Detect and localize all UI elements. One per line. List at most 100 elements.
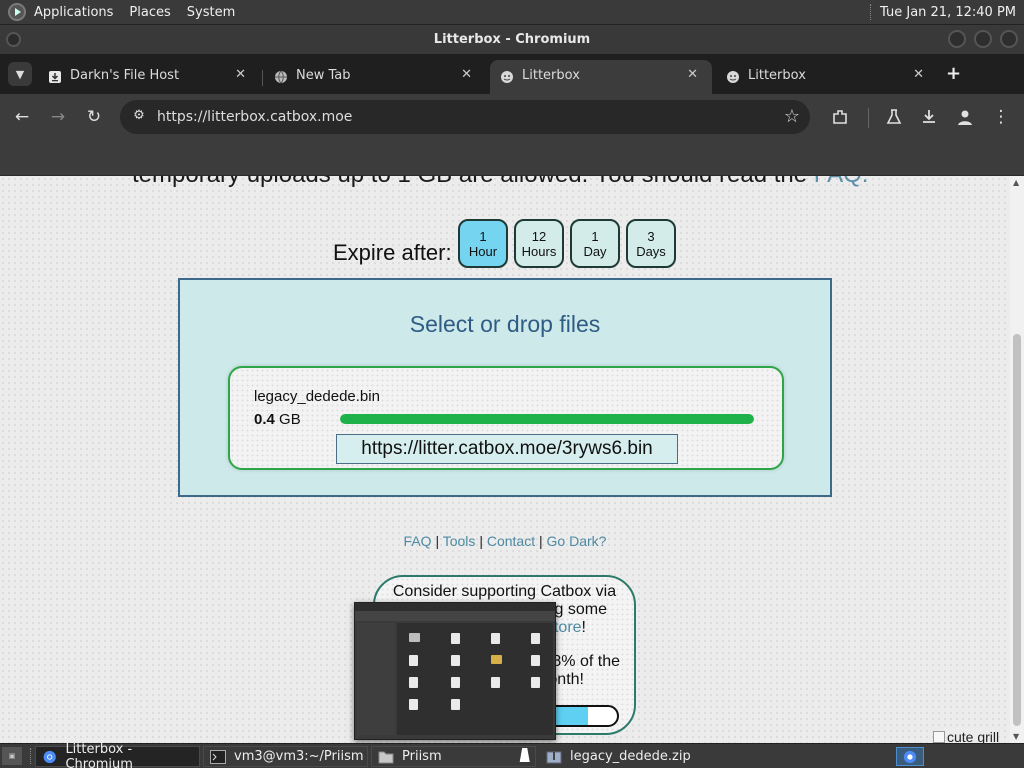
intro-text: temporary uploads up to 1 GB are allowed… (132, 176, 807, 188)
preview-archive-icon (491, 655, 502, 664)
footer-links: FAQ | Tools | Contact | Go Dark? (0, 533, 1010, 549)
close-window-button[interactable] (1000, 30, 1018, 48)
tab-title: Litterbox (748, 68, 806, 83)
tab-litterbox-active[interactable]: Litterbox ✕ (490, 60, 712, 94)
tab-litterbox[interactable]: Litterbox ✕ (716, 60, 938, 94)
tray-chromium-icon[interactable] (896, 747, 924, 766)
expire-3-days-button[interactable]: 3 Days (626, 219, 676, 268)
close-icon[interactable]: ✕ (913, 67, 924, 82)
uploaded-file-name: legacy_dedede.bin (254, 388, 380, 405)
scroll-up-arrow-icon[interactable]: ▲ (1013, 178, 1019, 187)
globe-icon (275, 70, 287, 84)
drop-zone-title[interactable]: Select or drop files (180, 311, 830, 338)
expire-label: Expire after: (333, 240, 452, 265)
panel-clock[interactable]: Tue Jan 21, 12:40 PM (880, 5, 1016, 20)
tab-separator (262, 70, 263, 86)
result-url-box[interactable]: https://litter.catbox.moe/3ryws6.bin (336, 434, 678, 464)
footer-separator: | (479, 533, 483, 549)
close-icon[interactable]: ✕ (461, 67, 472, 82)
task-label: Priism (402, 749, 442, 764)
litterbox-favicon-icon (727, 71, 739, 83)
bookmark-star-icon[interactable]: ☆ (784, 106, 800, 127)
browser-toolbar: ← → ↻ ⚙ https://litterbox.catbox.moe ☆ ⋮ (0, 94, 1024, 140)
address-bar[interactable]: ⚙ https://litterbox.catbox.moe ☆ (120, 100, 810, 134)
page-scrollbar[interactable]: ▲ ▼ (1010, 176, 1024, 743)
expire-num: 1 (479, 228, 487, 244)
file-drop-zone[interactable]: Select or drop files legacy_dedede.bin 0… (178, 278, 832, 497)
footer-tools-link[interactable]: Tools (443, 533, 476, 549)
site-info-icon[interactable]: ⚙ (130, 108, 148, 126)
expire-12-hours-button[interactable]: 12 Hours (514, 219, 564, 268)
expire-num: 12 (531, 228, 547, 244)
support-line-suffix: ! (581, 619, 586, 636)
task-label: legacy_dedede.zip (570, 749, 691, 764)
minimize-button[interactable] (948, 30, 966, 48)
upload-item-card: legacy_dedede.bin 0.4 GB https://litter.… (228, 366, 784, 470)
task-label: Litterbox - Chromium (65, 741, 133, 768)
terminal-icon (210, 749, 226, 764)
expire-1-day-button[interactable]: 1 Day (570, 219, 620, 268)
preview-toolbar (355, 611, 555, 621)
url-text[interactable]: https://litterbox.catbox.moe (157, 109, 352, 125)
preview-sidebar (357, 623, 395, 735)
tab-search-button[interactable]: ▼ (8, 62, 32, 86)
labs-flask-icon[interactable] (883, 106, 905, 128)
litterbox-favicon-icon (501, 71, 513, 83)
window-menu-button[interactable] (6, 32, 21, 47)
maximize-button[interactable] (974, 30, 992, 48)
preview-menubar (355, 603, 555, 611)
preview-file-icon (451, 655, 460, 666)
new-tab-plus-icon[interactable]: + (946, 63, 961, 84)
extensions-icon[interactable] (829, 106, 851, 128)
show-desktop-icon[interactable]: ▣ (2, 747, 22, 765)
forward-icon[interactable]: → (47, 106, 69, 128)
support-line: 8% of the (552, 653, 620, 670)
window-title-bar[interactable]: Litterbox - Chromium (0, 25, 1024, 54)
footer-faq-link[interactable]: FAQ (404, 533, 432, 549)
toolbar-separator (868, 108, 869, 128)
preview-file-icon (409, 677, 418, 688)
footer-go-dark-link[interactable]: Go Dark? (547, 533, 607, 549)
profile-icon[interactable] (954, 106, 976, 128)
back-icon[interactable]: ← (11, 106, 33, 128)
folder-icon (378, 751, 394, 763)
task-label: vm3@vm3:~/Priism (234, 749, 364, 764)
preview-folder-icon (409, 633, 420, 642)
support-store-link[interactable]: tore (554, 619, 582, 636)
top-panel: Applications Places System Tue Jan 21, 1… (0, 0, 1024, 25)
expire-num: 3 (647, 228, 655, 244)
distro-logo-icon[interactable] (8, 3, 26, 21)
task-archive[interactable]: legacy_dedede.zip (539, 746, 704, 767)
preview-file-icon (491, 633, 500, 644)
chevron-down-icon: ▼ (15, 67, 25, 81)
menu-system[interactable]: System (187, 5, 235, 20)
menu-applications[interactable]: Applications (34, 5, 113, 20)
menu-kebab-icon[interactable]: ⋮ (990, 106, 1012, 128)
scroll-down-arrow-icon[interactable]: ▼ (1013, 732, 1019, 741)
tab-new-tab[interactable]: New Tab ✕ (264, 60, 486, 94)
expire-unit: Day (583, 243, 607, 259)
download-icon[interactable] (918, 106, 940, 128)
broken-image-icon (933, 731, 945, 743)
close-icon[interactable]: ✕ (687, 67, 698, 82)
expire-1-hour-button[interactable]: 1 Hour (458, 219, 508, 268)
task-priism-folder[interactable]: Priism (371, 746, 536, 767)
tab-darkns-file-host[interactable]: Darkn's File Host ✕ (38, 60, 260, 94)
preview-file-icon (451, 677, 460, 688)
tab-strip: ▼ Darkn's File Host ✕ New Tab ✕ Litterbo… (0, 54, 1024, 94)
intro-faq-link[interactable]: FAQ. (814, 176, 869, 188)
footer-contact-link[interactable]: Contact (487, 533, 535, 549)
menu-places[interactable]: Places (129, 5, 170, 20)
footer-separator: | (538, 533, 543, 549)
task-terminal[interactable]: vm3@vm3:~/Priism (203, 746, 368, 767)
support-line: g some (554, 601, 607, 618)
expire-unit: Days (636, 243, 666, 259)
scrollbar-thumb[interactable] (1013, 334, 1021, 726)
preview-file-icon (409, 699, 418, 710)
reload-icon[interactable]: ↻ (83, 106, 105, 128)
task-chromium[interactable]: Litterbox - Chromium (35, 742, 200, 768)
bookmark-bar (0, 140, 1024, 176)
preview-file-icon (531, 677, 540, 688)
close-icon[interactable]: ✕ (235, 67, 246, 82)
window-preview-thumbnail[interactable] (354, 602, 556, 740)
